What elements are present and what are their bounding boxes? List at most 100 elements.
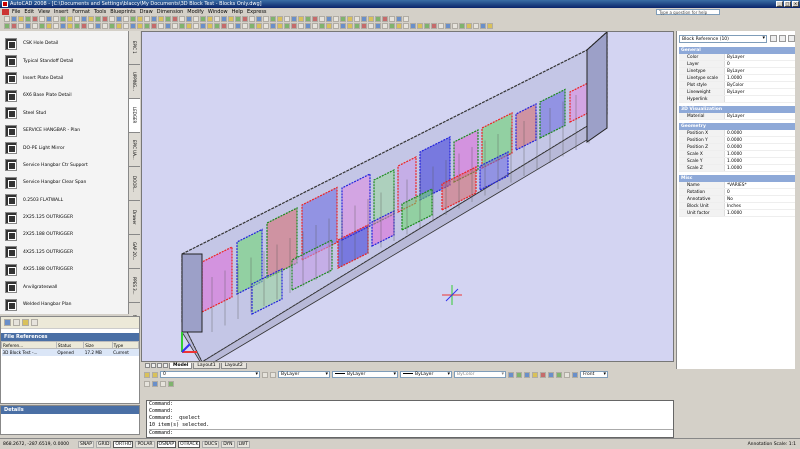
palette-tool-item[interactable]: 6X6 Base Plate Detail <box>0 87 128 104</box>
toolbar-button-icon[interactable] <box>39 16 45 22</box>
toolbar-button-icon[interactable] <box>116 16 122 22</box>
toolbar-button-icon[interactable] <box>263 16 269 22</box>
property-row[interactable]: Unit factor 1.0000 <box>679 210 799 217</box>
toolbar-button-icon[interactable] <box>39 23 45 29</box>
layer-dropdown[interactable]: 0 <box>160 371 260 378</box>
command-line[interactable]: Command: Command: Command: _qselect 10 i… <box>146 400 674 438</box>
toolbar-button-icon[interactable] <box>228 16 234 22</box>
maximize-button[interactable]: □ <box>784 1 791 7</box>
property-value[interactable]: *VARIES* <box>725 182 799 188</box>
properties-section-header[interactable]: General <box>679 47 799 54</box>
toolbar-button-icon[interactable] <box>130 23 136 29</box>
toolbar-button-icon[interactable] <box>116 23 122 29</box>
materials-icon[interactable] <box>516 371 522 378</box>
toolbar-button-icon[interactable] <box>319 16 325 22</box>
toolbar-button-icon[interactable] <box>347 16 353 22</box>
toolbar-button-icon[interactable] <box>410 23 416 29</box>
menu-modify[interactable]: Modify <box>187 8 204 16</box>
menu-draw[interactable]: Draw <box>140 8 153 16</box>
toolbar-button-icon[interactable] <box>487 23 493 29</box>
palette-tool-item[interactable]: Welded Hangbar Plan <box>0 296 128 313</box>
toolbar-button-icon[interactable] <box>88 16 94 22</box>
toolbar-button-icon[interactable] <box>60 16 66 22</box>
toolbar-button-icon[interactable] <box>256 23 262 29</box>
property-value[interactable]: ByLayer <box>725 68 799 74</box>
palette-tool-item[interactable]: CSK Hole Detail <box>0 35 128 52</box>
toolbar-button-icon[interactable] <box>130 16 136 22</box>
toolbar-button-icon[interactable] <box>312 23 318 29</box>
property-row[interactable]: Linetype scale 1.0000 <box>679 75 799 82</box>
palette-tab[interactable]: PPES 3... <box>129 269 140 303</box>
annotation-scale[interactable]: Annotation Scale: 1:1 <box>748 440 796 449</box>
toolbar-button-icon[interactable] <box>228 23 234 29</box>
toolbar-button-icon[interactable] <box>179 16 185 22</box>
toolbar-button-icon[interactable] <box>242 16 248 22</box>
property-value[interactable]: 0.0000 <box>725 130 799 136</box>
toolbar-button-icon[interactable] <box>151 16 157 22</box>
lights-icon[interactable] <box>524 371 530 378</box>
property-value[interactable] <box>725 96 799 102</box>
menu-express[interactable]: Express <box>247 8 267 16</box>
toolbar-button-icon[interactable] <box>158 23 164 29</box>
toolbar-button-icon[interactable] <box>424 23 430 29</box>
column-header-reference[interactable]: Referen... <box>1 341 57 349</box>
status-toggle-polar[interactable]: POLAR <box>135 440 155 448</box>
toolbar-button-icon[interactable] <box>4 16 10 22</box>
help-icon[interactable] <box>31 319 38 326</box>
toolbar-button-icon[interactable] <box>123 23 129 29</box>
toolbar-button-icon[interactable] <box>235 16 241 22</box>
layer-manager-icon[interactable] <box>144 371 150 378</box>
toolbar-button-icon[interactable] <box>417 23 423 29</box>
navigation-icon[interactable] <box>548 371 554 378</box>
property-value[interactable]: ByLayer <box>725 113 799 119</box>
property-row[interactable]: Scale Z 1.0000 <box>679 165 799 172</box>
palette-tool-item[interactable]: 2X25.125 OUTRIGGER <box>0 209 128 226</box>
toolbar-button-icon[interactable] <box>11 16 17 22</box>
toolbar-button-icon[interactable] <box>193 23 199 29</box>
toggle-pickadd-icon[interactable] <box>770 35 777 42</box>
toolbar-button-icon[interactable] <box>375 16 381 22</box>
toolbar-button-icon[interactable] <box>368 16 374 22</box>
property-value[interactable]: 0 <box>725 189 799 195</box>
toolbar-button-icon[interactable] <box>102 16 108 22</box>
toolbar-button-icon[interactable] <box>67 16 73 22</box>
drawing-canvas[interactable] <box>141 31 674 362</box>
toolbar-button-icon[interactable] <box>221 16 227 22</box>
toolbar-button-icon[interactable] <box>81 23 87 29</box>
view-dropdown[interactable]: Front <box>580 371 608 378</box>
palette-tool-item[interactable]: SERVICE HANGBAR - Plan <box>0 122 128 139</box>
toolbar-button-icon[interactable] <box>305 23 311 29</box>
dropdown-arrow-icon[interactable] <box>13 319 20 326</box>
visual-style-icon[interactable] <box>540 371 546 378</box>
toolbar-button-icon[interactable] <box>249 23 255 29</box>
palette-tool-item[interactable]: Anvilgrateswall <box>0 278 128 295</box>
toolbar-button-icon[interactable] <box>179 23 185 29</box>
toolbar-button-icon[interactable] <box>403 23 409 29</box>
toolbar-button-icon[interactable] <box>270 16 276 22</box>
toolbar-button-icon[interactable] <box>67 23 73 29</box>
toolbar-button-icon[interactable] <box>25 23 31 29</box>
toolbar-button-icon[interactable] <box>151 23 157 29</box>
property-value[interactable]: 1.0000 <box>725 165 799 171</box>
property-row[interactable]: Position Y 0.0000 <box>679 137 799 144</box>
toolbar-button-icon[interactable] <box>214 23 220 29</box>
layer-previous-icon[interactable] <box>270 371 276 378</box>
toolbar-button-icon[interactable] <box>431 23 437 29</box>
toolbar-button-icon[interactable] <box>361 16 367 22</box>
toolbar-button-icon[interactable] <box>214 16 220 22</box>
property-value[interactable]: 0.0000 <box>725 137 799 143</box>
toolbar-button-icon[interactable] <box>368 23 374 29</box>
toolbar-button-icon[interactable] <box>473 23 479 29</box>
toolbar-button-icon[interactable] <box>102 23 108 29</box>
toolbar-button-icon[interactable] <box>109 16 115 22</box>
palette-tool-item[interactable]: 4X25.125 OUTRIGGER <box>0 244 128 261</box>
toolbar-button-icon[interactable] <box>53 16 59 22</box>
toolbar-button-icon[interactable] <box>137 23 143 29</box>
tab-model[interactable]: Model <box>169 362 193 369</box>
coordinate-readout[interactable]: 868.2672, -287.6519, 0.0000 <box>3 442 75 447</box>
toolbar-button-icon[interactable] <box>207 16 213 22</box>
property-value[interactable]: 1.0000 <box>725 210 799 216</box>
toolbar-button-icon[interactable] <box>382 23 388 29</box>
toolbar-button-icon[interactable] <box>319 23 325 29</box>
sun-icon[interactable] <box>532 371 538 378</box>
